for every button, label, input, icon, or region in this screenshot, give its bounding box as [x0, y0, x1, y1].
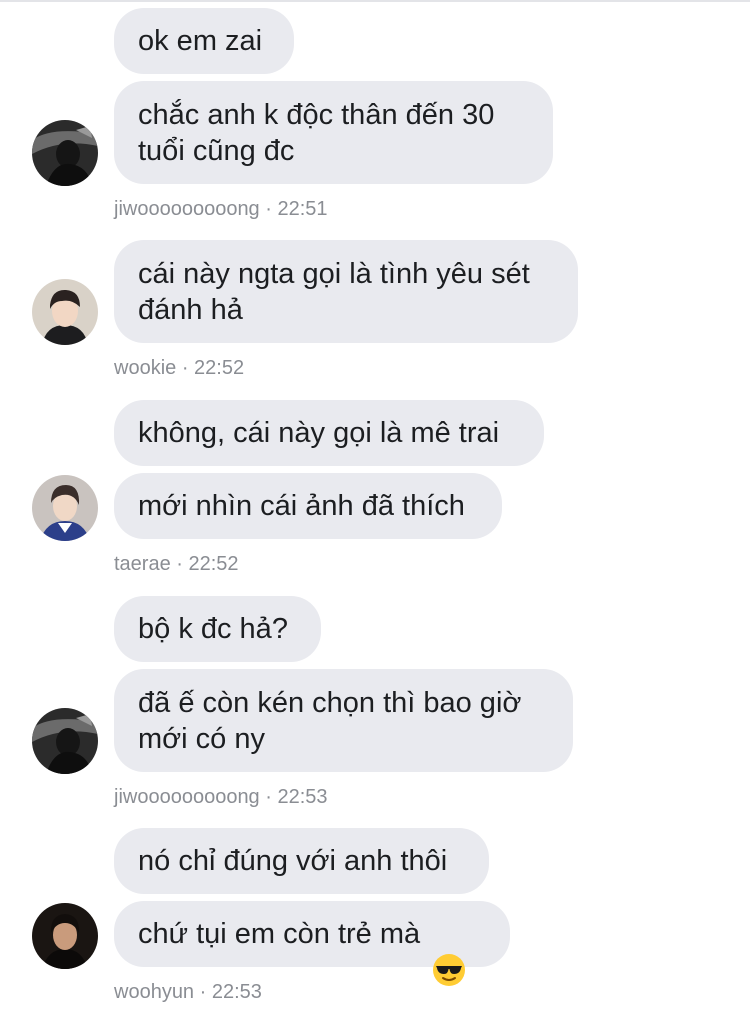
meta-separator: · [259, 198, 278, 220]
sender-name[interactable]: jiwooooooooong [114, 786, 260, 808]
avatar[interactable] [32, 279, 98, 345]
message-meta: jiwooooooooong · 22:51 [114, 197, 328, 221]
message-bubble[interactable]: bộ k đc hả? [114, 596, 321, 662]
message-text: cái này ngta gọi là tình yêu sét đánh hả [138, 257, 530, 326]
avatar[interactable] [32, 708, 98, 774]
avatar[interactable] [32, 120, 98, 186]
meta-separator: · [259, 786, 278, 808]
message-meta: taerae · 22:52 [114, 552, 239, 576]
meta-separator: · [176, 357, 195, 379]
message-text: mới nhìn cái ảnh đã thích [138, 490, 465, 522]
message-text: chứ tụi em còn trẻ mà [138, 918, 421, 950]
sender-name[interactable]: woohyun [114, 981, 194, 1003]
dark-photo-avatar-icon [32, 120, 98, 186]
message-text: nó chỉ đúng với anh thôi [138, 845, 448, 877]
message-bubble[interactable]: mới nhìn cái ảnh đã thích [114, 473, 502, 539]
timestamp: 22:51 [277, 198, 328, 220]
message-bubble[interactable]: nó chỉ đúng với anh thôi [114, 828, 489, 894]
message-text: ok em zai [138, 25, 263, 57]
sunglasses-emoji-icon [432, 917, 466, 986]
message-bubble[interactable]: chắc anh k độc thân đến 30 tuổi cũng đc [114, 81, 553, 184]
sender-name[interactable]: wookie [114, 357, 176, 379]
timestamp: 22:53 [211, 981, 262, 1003]
message-text: bộ k đc hả? [138, 613, 288, 645]
message-text: chắc anh k độc thân đến 30 tuổi cũng đc [138, 98, 495, 167]
avatar[interactable] [32, 475, 98, 541]
meta-separator: · [170, 553, 189, 575]
message-bubble[interactable]: chứ tụi em còn trẻ mà [114, 901, 510, 986]
avatar[interactable] [32, 903, 98, 969]
message-text: đã ế còn kén chọn thì bao giờ mới có ny [138, 686, 522, 755]
message-meta: wookie · 22:52 [114, 356, 244, 380]
timestamp: 22:52 [188, 553, 239, 575]
message-bubble[interactable]: không, cái này gọi là mê trai [114, 400, 544, 466]
message-text: không, cái này gọi là mê trai [138, 417, 500, 449]
message-meta: woohyun · 22:53 [114, 980, 262, 1004]
message-bubble[interactable]: ok em zai [114, 8, 294, 74]
portrait-avatar-icon [32, 475, 98, 541]
message-bubble[interactable]: đã ế còn kén chọn thì bao giờ mới có ny [114, 669, 573, 772]
timestamp: 22:52 [194, 357, 245, 379]
sender-name[interactable]: jiwooooooooong [114, 198, 260, 220]
top-divider [0, 0, 750, 2]
timestamp: 22:53 [277, 786, 328, 808]
dark-photo-avatar-icon [32, 708, 98, 774]
portrait-avatar-icon [32, 279, 98, 345]
message-meta: jiwooooooooong · 22:53 [114, 785, 328, 809]
meta-separator: · [194, 981, 212, 1003]
sender-name[interactable]: taerae [114, 553, 171, 575]
message-bubble[interactable]: cái này ngta gọi là tình yêu sét đánh hả [114, 240, 578, 343]
portrait-avatar-icon [32, 903, 98, 969]
